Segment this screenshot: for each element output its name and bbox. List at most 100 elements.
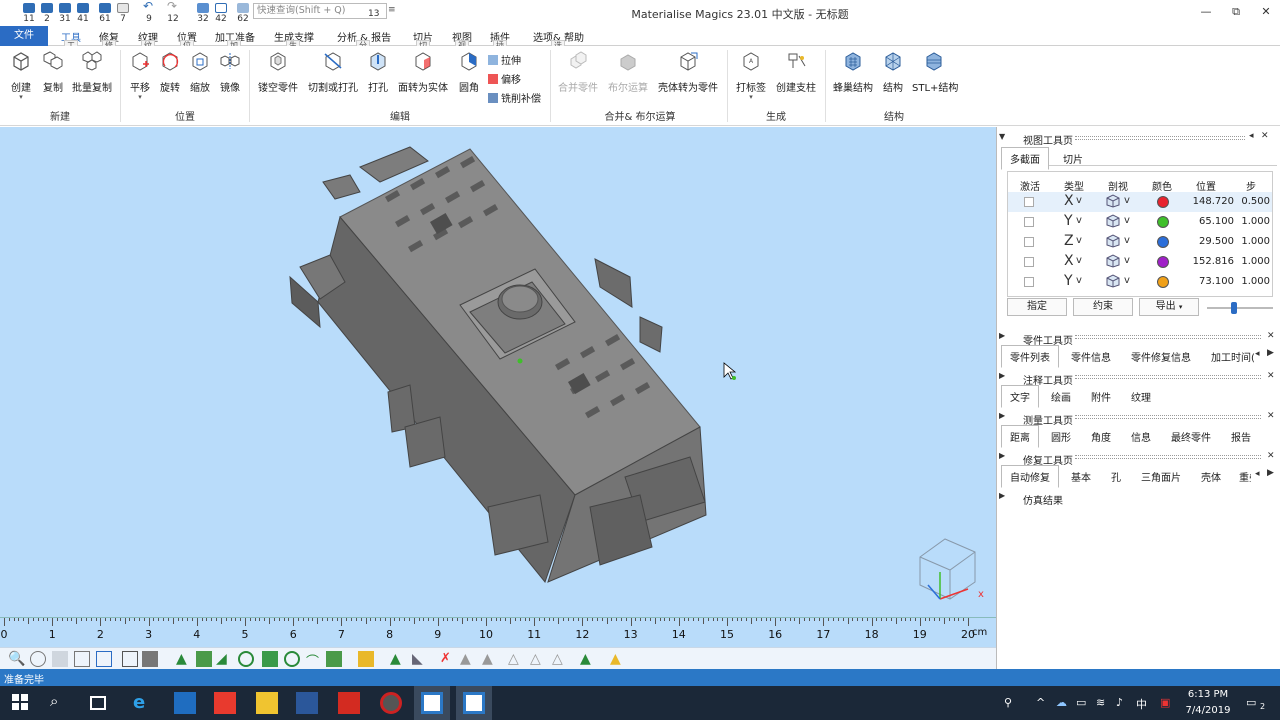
view-cube-icon[interactable]: x [919, 538, 984, 600]
fillet-button[interactable]: 圆角 [456, 50, 482, 94]
zoom-window-icon[interactable] [30, 651, 46, 667]
mark-plane-icon[interactable] [196, 651, 212, 667]
mill-compensation-button[interactable]: 铣削补偿 [488, 90, 541, 105]
panel-grip[interactable] [1075, 455, 1261, 459]
section-view-icon[interactable] [1105, 214, 1121, 228]
qat-cloud[interactable]: 62 [234, 2, 252, 24]
tab-holes[interactable]: 孔 [1109, 469, 1123, 484]
chevron-down-icon[interactable]: v [1124, 235, 1130, 246]
qat-new[interactable]: 7 [114, 2, 132, 24]
support-post-button[interactable]: 创建支柱 [774, 50, 818, 94]
view-shaded-icon[interactable] [142, 651, 158, 667]
expand-icon[interactable]: ▶ [999, 411, 1005, 420]
tab-build-time[interactable]: 加工时间( [1209, 349, 1257, 364]
tab-info[interactable]: 信息 [1129, 429, 1153, 444]
record-tray-icon[interactable]: ▣ [1160, 696, 1170, 709]
boolean-button[interactable]: 布尔运算 [606, 50, 650, 94]
panel-close-icon[interactable]: ✕ [1267, 371, 1275, 381]
mark-triangle-icon[interactable]: ▲ [176, 651, 192, 667]
tab-part-repair-info[interactable]: 零件修复信息 [1129, 349, 1193, 364]
panel-grip[interactable] [1075, 415, 1261, 419]
grow-mark-icon[interactable]: △ [508, 651, 524, 667]
qat-save[interactable]: 11 [20, 2, 38, 24]
section-position[interactable]: 73.100 [1174, 276, 1234, 287]
shrink-mark-icon[interactable]: △ [530, 651, 546, 667]
tab-final-part[interactable]: 最终零件 [1169, 429, 1213, 444]
panel-grip[interactable] [1075, 375, 1261, 379]
invert-mark-icon[interactable]: ▲ [460, 651, 476, 667]
mark-cylinder-icon[interactable] [238, 651, 254, 667]
qat-undo[interactable]: ↶ 9 [140, 0, 158, 24]
section-position[interactable]: 152.816 [1174, 256, 1234, 267]
tab-basic[interactable]: 基本 [1069, 469, 1093, 484]
magics-icon[interactable] [421, 692, 443, 714]
axis-type[interactable]: X [1064, 193, 1074, 209]
notification-icon[interactable]: ▭ [1246, 696, 1256, 709]
section-row[interactable]: Xv v 152.816 1.000 [1008, 252, 1272, 272]
view-front-icon[interactable] [96, 651, 112, 667]
qat-customize-icon[interactable]: ≡ [388, 5, 396, 15]
tab-slice-view[interactable]: 切片 [1061, 151, 1085, 166]
tab-draw[interactable]: 绘画 [1049, 389, 1073, 404]
expand-icon[interactable]: ▶ [999, 491, 1005, 500]
simulation-results-title[interactable]: 仿真结果 [1023, 492, 1063, 507]
expand-mark-icon[interactable]: ▲ [390, 651, 406, 667]
section-color-swatch[interactable] [1157, 216, 1169, 228]
section-position[interactable]: 29.500 [1174, 236, 1234, 247]
section-row[interactable]: Yv v 73.100 1.000 [1008, 272, 1272, 292]
shell-to-part-button[interactable]: 壳体转为零件 [656, 50, 720, 94]
axis-type[interactable]: Z [1064, 233, 1074, 249]
wifi-icon[interactable]: ≋ [1096, 696, 1105, 709]
assign-button[interactable]: 指定 [1007, 298, 1067, 316]
axis-type[interactable]: Y [1064, 273, 1073, 289]
export-dropdown[interactable]: 导出 ▾ [1139, 298, 1199, 316]
tab-multi-section[interactable]: 多截面 [1001, 147, 1049, 170]
chevron-down-icon[interactable]: v [1076, 235, 1082, 246]
batch-copy-button[interactable]: 批量复制 [72, 50, 112, 94]
active-checkbox[interactable] [1024, 237, 1034, 247]
section-row[interactable]: Xv v 148.720 0.500 [1008, 192, 1272, 212]
qat-view1[interactable]: 32 [194, 2, 212, 24]
tab-file[interactable]: 文件 [0, 26, 48, 46]
clock-date[interactable]: 7/4/2019 [1184, 705, 1232, 716]
3d-viewport[interactable]: x [0, 127, 996, 617]
mark-contour-icon[interactable]: ⌒ [306, 651, 322, 670]
active-checkbox[interactable] [1024, 217, 1034, 227]
chevron-down-icon[interactable]: v [1124, 275, 1130, 286]
scale-button[interactable]: 缩放 [188, 50, 212, 94]
mark-box-icon[interactable] [262, 651, 278, 667]
people-icon[interactable]: ⚲ [1004, 696, 1012, 709]
stl-structure-button[interactable]: STL+结构 [912, 50, 958, 94]
mark-all-icon[interactable] [326, 651, 342, 667]
onedrive-icon[interactable]: ☁ [1056, 696, 1067, 709]
tab-text[interactable]: 文字 [1001, 385, 1039, 408]
tab-annotation-texture[interactable]: 纹理 [1129, 389, 1153, 404]
qat-open[interactable]: 2 [38, 2, 56, 24]
axis-type[interactable]: X [1064, 253, 1074, 269]
tab-shells[interactable]: 壳体 [1199, 469, 1223, 484]
active-checkbox[interactable] [1024, 257, 1034, 267]
chevron-down-icon[interactable]: v [1124, 195, 1130, 206]
mark-part-icon[interactable] [358, 651, 374, 667]
mirror-button[interactable]: 镜像 [218, 50, 242, 94]
translate-button[interactable]: 平移 ▾ [128, 50, 152, 101]
expand-icon[interactable]: ▶ [999, 331, 1005, 340]
section-view-icon[interactable] [1105, 254, 1121, 268]
view-iso-icon[interactable] [122, 651, 138, 667]
constrain-button[interactable]: 约束 [1073, 298, 1133, 316]
cut-punch-button[interactable]: 切割或打孔 [306, 50, 360, 94]
chevron-down-icon[interactable]: v [1124, 255, 1130, 266]
chevron-down-icon[interactable]: v [1076, 195, 1082, 206]
punch-button[interactable]: 打孔 [366, 50, 390, 94]
file-explorer-icon[interactable] [256, 692, 278, 714]
qat-import[interactable]: 31 [56, 2, 74, 24]
chevron-down-icon[interactable]: v [1076, 255, 1082, 266]
zoom-icon[interactable]: 🔍 [8, 651, 25, 667]
section-color-swatch[interactable] [1157, 236, 1169, 248]
tab-auto-repair[interactable]: 自动修复 [1001, 465, 1059, 488]
mark-tool-icon[interactable]: ▲ [580, 651, 596, 667]
clock-time[interactable]: 6:13 PM [1184, 689, 1232, 700]
section-color-swatch[interactable] [1157, 256, 1169, 268]
pan-icon[interactable] [52, 651, 68, 667]
section-position[interactable]: 65.100 [1174, 216, 1234, 227]
